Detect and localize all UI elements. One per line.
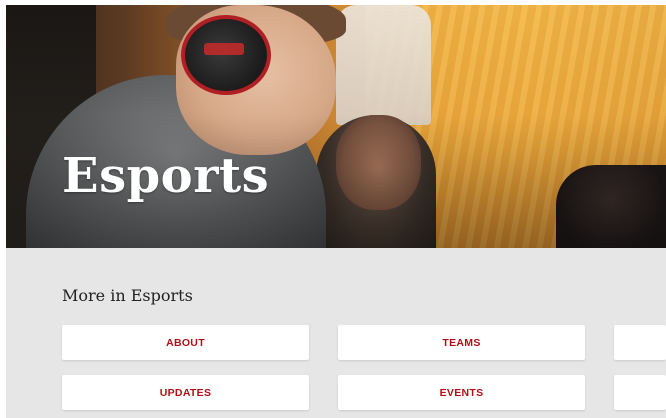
subnav-link-label: TEAMS (442, 336, 481, 349)
subnav-link-label: UPDATES (159, 386, 212, 399)
subnav-link-partial-1[interactable] (614, 325, 666, 360)
subnav-link-updates[interactable]: UPDATES (62, 375, 309, 410)
subnav-link-teams[interactable]: TEAMS (338, 325, 585, 360)
subnav-link-label: ABOUT (166, 336, 205, 349)
page: Esports More in Esports ABOUT TEAMS UPDA… (0, 0, 666, 418)
subnav-heading: More in Esports (62, 286, 193, 305)
subnav-link-events[interactable]: EVENTS (338, 375, 585, 410)
hero-photo-shade (6, 5, 666, 248)
subnav-link-label: EVENTS (439, 386, 484, 399)
subnav-section: More in Esports ABOUT TEAMS UPDATES EVEN… (6, 248, 666, 418)
page-title: Esports (62, 148, 270, 204)
hero-banner (6, 5, 666, 248)
subnav-link-about[interactable]: ABOUT (62, 325, 309, 360)
subnav-link-partial-2[interactable] (614, 375, 666, 410)
